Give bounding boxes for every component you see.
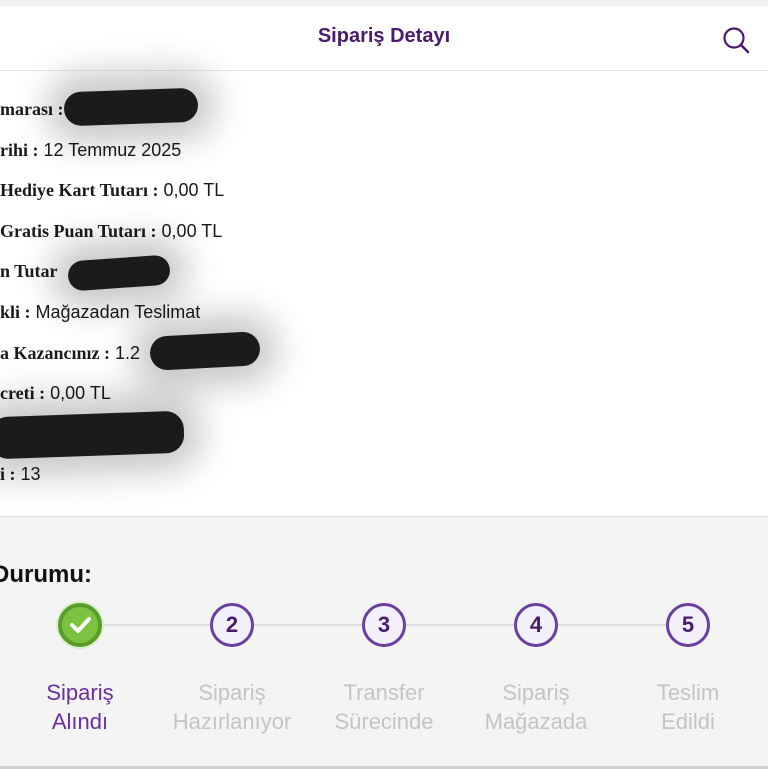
- step-4-circle: 4: [514, 603, 558, 647]
- step-label-line: Transfer: [343, 680, 425, 705]
- step-5-circle: 5: [666, 603, 710, 647]
- step-label-line: Teslim: [656, 680, 720, 705]
- step-3-circle: 3: [362, 603, 406, 647]
- step-label-line: Edildi: [661, 709, 715, 734]
- detail-label: n Tutar: [0, 261, 58, 281]
- redaction-mark: [0, 410, 185, 460]
- redaction-mark: [63, 87, 199, 127]
- step-3-label: Transfer Sürecinde: [309, 678, 459, 736]
- app-header: Sipariş Detayı: [0, 6, 768, 71]
- detail-value: Mağazadan Teslimat: [35, 302, 201, 322]
- order-details: marası : 1 1 rihi : 12 Temmuz 2025 Hediy…: [0, 72, 768, 516]
- detail-value: 0,00 TL: [161, 221, 223, 241]
- step-4-label: Sipariş Mağazada: [461, 678, 611, 736]
- detail-row-count: i : 13: [0, 464, 41, 494]
- step-5-label: Teslim Edildi: [613, 678, 763, 736]
- order-status-panel: Durumu: 2 3 4 5 Sipariş Alındı Sipariş H…: [0, 516, 768, 769]
- step-label-line: Sürecinde: [334, 709, 434, 734]
- step-label-line: Sipariş: [46, 680, 114, 705]
- search-button[interactable]: [720, 24, 752, 56]
- search-icon: [723, 27, 750, 54]
- detail-value: 13: [20, 464, 41, 484]
- detail-row-gift-card: Hediye Kart Tutarı : 0,00 TL: [0, 180, 224, 210]
- step-2-label: Sipariş Hazırlanıyor: [157, 678, 307, 736]
- detail-label: creti :: [0, 383, 46, 403]
- step-2-circle: 2: [210, 603, 254, 647]
- detail-value: 12 Temmuz 2025: [43, 140, 182, 160]
- detail-row-shipping-fee: creti : 0,00 TL: [0, 383, 111, 413]
- detail-label: kli :: [0, 302, 31, 322]
- detail-value: 0,00 TL: [163, 180, 225, 200]
- detail-label: rihi :: [0, 140, 39, 160]
- detail-row-order-date: rihi : 12 Temmuz 2025: [0, 140, 181, 170]
- detail-label: marası :: [0, 99, 64, 119]
- step-label-line: Sipariş: [502, 680, 570, 705]
- step-label-line: Sipariş: [198, 680, 266, 705]
- step-label-line: Alındı: [51, 709, 109, 734]
- detail-value: 1.2: [115, 343, 141, 363]
- redaction-mark: [149, 331, 261, 371]
- detail-value: 0,00 TL: [50, 383, 111, 403]
- detail-row-delivery-type: kli : Mağazadan Teslimat: [0, 302, 200, 332]
- step-1-label: Sipariş Alındı: [5, 678, 155, 736]
- detail-label: i :: [0, 464, 16, 484]
- detail-label: a Kazancınız :: [0, 343, 110, 363]
- detail-label: Hediye Kart Tutarı :: [0, 180, 159, 200]
- detail-label: Gratis Puan Tutarı :: [0, 221, 157, 241]
- step-1-check-icon: [58, 603, 102, 647]
- detail-row-gratis-points: Gratis Puan Tutarı : 0,00 TL: [0, 221, 222, 251]
- status-heading: Durumu:: [0, 561, 92, 588]
- detail-row-earnings: a Kazancınız : 1.2: [0, 343, 140, 373]
- step-label-line: Mağazada: [484, 709, 588, 734]
- page-title: Sipariş Detayı: [317, 25, 451, 47]
- step-label-line: Hazırlanıyor: [172, 709, 292, 734]
